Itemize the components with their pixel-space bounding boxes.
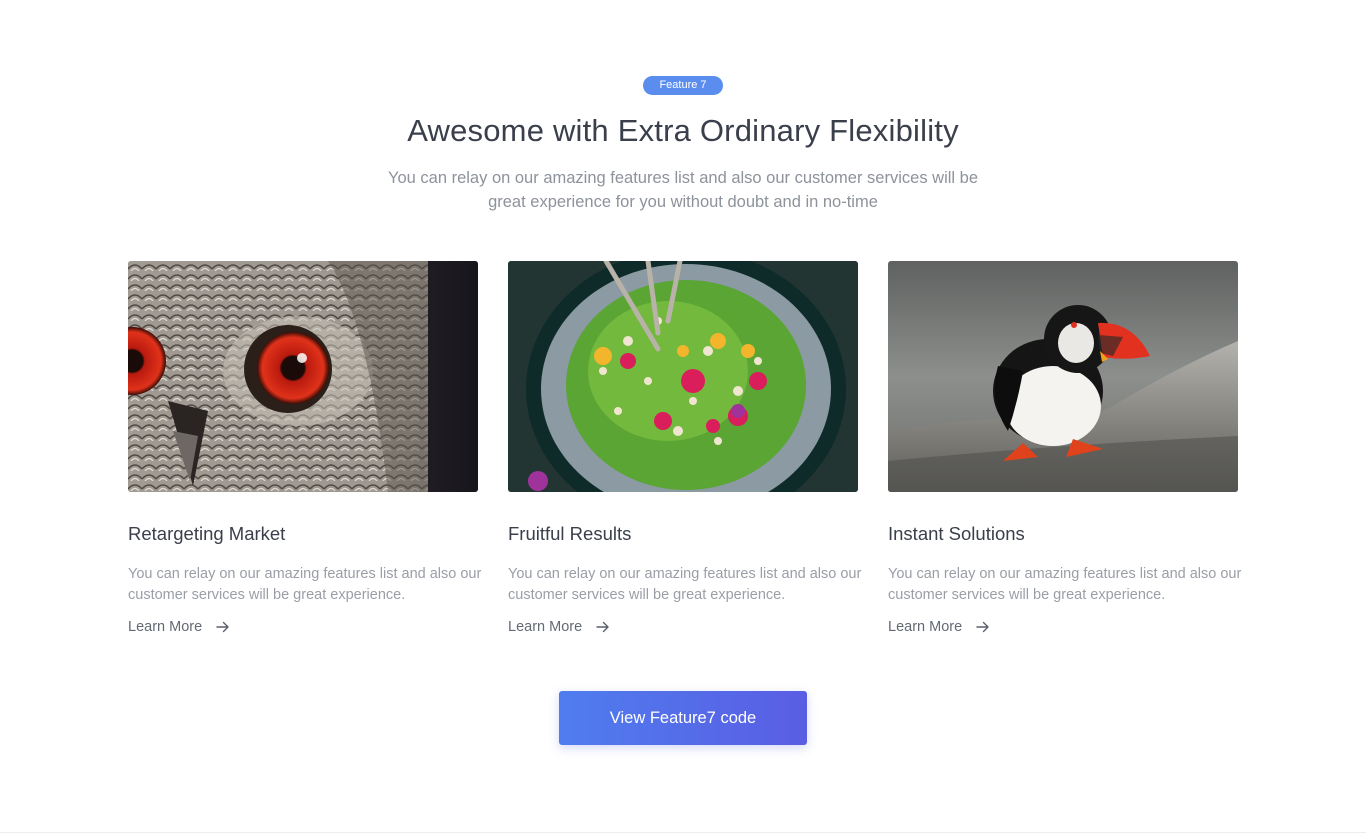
learn-more-link[interactable]: Learn More xyxy=(508,619,610,635)
learn-more-label: Learn More xyxy=(508,619,583,635)
learn-more-label: Learn More xyxy=(888,619,963,635)
salad-bowl-image xyxy=(508,261,858,492)
section-title: Awesome with Extra Ordinary Flexibility xyxy=(407,113,959,148)
puffin-image xyxy=(888,261,1238,492)
learn-more-label: Learn More xyxy=(128,619,203,635)
card-title: Retargeting Market xyxy=(128,523,286,544)
feature-card: Fruitful Results You can relay on our am… xyxy=(508,261,861,635)
learn-more-link[interactable]: Learn More xyxy=(888,619,990,635)
card-description: You can relay on our amazing features li… xyxy=(128,566,482,603)
feature-section: Feature 7 Awesome with Extra Ordinary Fl… xyxy=(0,0,1366,836)
arrow-right-icon xyxy=(596,621,609,633)
card-description: You can relay on our amazing features li… xyxy=(508,566,862,603)
feature-card: Instant Solutions You can relay on our a… xyxy=(888,261,1241,635)
feature-badge: Feature 7 xyxy=(643,76,723,95)
owl-image xyxy=(128,261,478,492)
card-description: You can relay on our amazing features li… xyxy=(888,566,1242,603)
section-divider xyxy=(0,832,1366,833)
learn-more-link[interactable]: Learn More xyxy=(128,619,230,635)
section-subtitle: You can relay on our amazing features li… xyxy=(387,169,979,211)
arrow-right-icon xyxy=(216,621,229,633)
feature-card: Retargeting Market You can relay on our … xyxy=(128,261,481,635)
view-code-button[interactable]: View Feature7 code xyxy=(559,691,807,745)
card-title: Fruitful Results xyxy=(508,523,632,544)
arrow-right-icon xyxy=(976,621,989,633)
card-title: Instant Solutions xyxy=(888,523,1025,544)
